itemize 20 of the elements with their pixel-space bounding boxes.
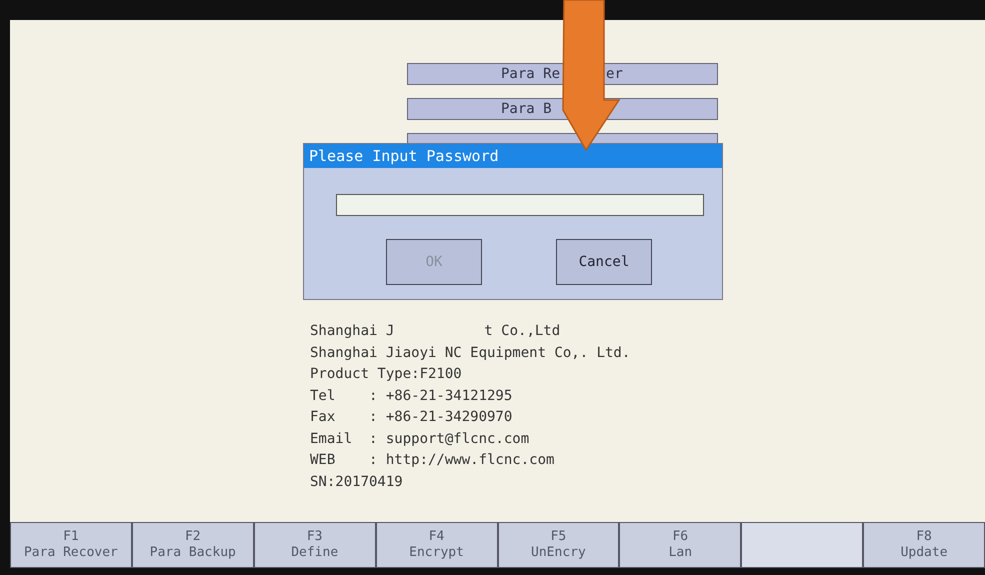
cancel-button[interactable]: Cancel xyxy=(556,239,652,285)
info-text: Shanghai Jiaoyi NC Equipment Co,. Ltd. xyxy=(310,344,630,362)
info-text: Product Type:F2100 xyxy=(310,366,462,384)
function-key[interactable]: F8 Update xyxy=(863,522,985,568)
info-text: Email : support@flcnc.com xyxy=(310,430,530,448)
info-text: Tel : +86-21-34121295 xyxy=(310,388,512,406)
function-key[interactable] xyxy=(741,522,864,568)
dialog-title: Please Input Password xyxy=(304,144,722,168)
info-text: Fax : +86-21-34290970 xyxy=(310,409,512,427)
info-text: SN:20170419 xyxy=(310,474,403,492)
info-text: t Co.,Ltd xyxy=(484,323,560,341)
function-key[interactable]: F4 Encrypt xyxy=(376,522,498,568)
function-key[interactable]: F2 Para Backup xyxy=(132,522,254,568)
function-key[interactable]: F6 Lan xyxy=(619,522,742,568)
info-text: WEB : http://www.flcnc.com xyxy=(310,452,554,470)
password-field[interactable] xyxy=(336,194,704,216)
function-key[interactable]: F3 Define xyxy=(254,522,376,568)
function-key[interactable]: F5 UnEncry xyxy=(498,522,620,568)
function-key[interactable]: F1 Para Recover xyxy=(10,522,132,568)
info-text: Shanghai J xyxy=(310,323,394,341)
